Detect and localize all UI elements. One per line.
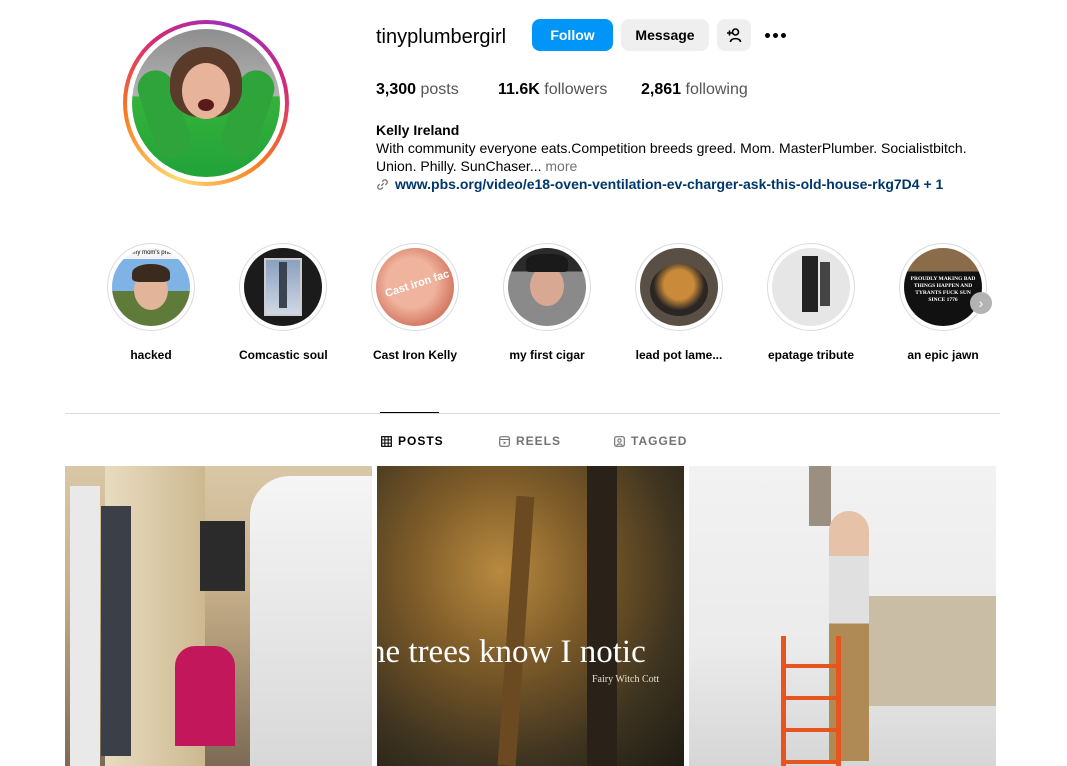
more-options-button[interactable] <box>760 19 790 51</box>
highlight-cover-tower <box>279 262 287 308</box>
bio-link-text: www.pbs.org/video/e18-oven-ventilation-e… <box>395 176 944 192</box>
tabs-divider <box>65 413 1000 414</box>
highlight-ring <box>239 243 327 331</box>
highlight-cover <box>508 248 586 326</box>
highlight-label: hacked <box>130 348 172 362</box>
add-user-icon <box>727 28 742 43</box>
tab-posts-label: POSTS <box>398 434 444 448</box>
reels-icon <box>499 435 510 447</box>
highlight-ring: de my mom's phone <box>107 243 195 331</box>
post-image-tarp <box>864 596 996 706</box>
post-image-ladder <box>781 636 841 766</box>
highlight-cover: Cast iron fac <box>376 248 454 326</box>
bio-external-link[interactable]: www.pbs.org/video/e18-oven-ventilation-e… <box>376 175 996 193</box>
post-caption-text: he trees know I notic <box>377 634 646 670</box>
highlight-label: my first cigar <box>509 348 585 362</box>
profile-avatar[interactable] <box>123 20 289 186</box>
highlight-cast-iron-kelly[interactable]: Cast iron fac Cast Iron Kelly <box>371 243 459 362</box>
highlight-comcastic-soul[interactable]: Comcastic soul <box>239 243 328 362</box>
following-stat[interactable]: 2,861 following <box>641 81 748 99</box>
more-dots-icon <box>764 32 786 38</box>
highlight-ring: Cast iron fac <box>371 243 459 331</box>
avatar-photo <box>132 29 280 177</box>
link-icon <box>377 178 388 190</box>
highlight-cover <box>244 248 322 326</box>
post-image-person <box>70 486 100 766</box>
post-image-person-2 <box>101 506 131 756</box>
post-tile[interactable] <box>65 466 372 766</box>
highlight-cover <box>772 248 850 326</box>
post-image-tree <box>497 495 535 766</box>
bio-text-line-2: Union. Philly. SunChaser... more <box>376 157 996 175</box>
highlight-ring <box>503 243 591 331</box>
highlight-epatage-tribute[interactable]: epatage tribute <box>767 243 855 362</box>
highlights-next-button[interactable]: › <box>970 292 992 314</box>
highlight-lead-pot[interactable]: lead pot lame... <box>635 243 723 362</box>
post-tile[interactable] <box>689 466 996 766</box>
post-image-tree-2 <box>587 466 617 766</box>
post-image-pipe <box>809 466 831 526</box>
highlight-label: Cast Iron Kelly <box>372 348 458 362</box>
profile-bio: Kelly Ireland With community everyone ea… <box>376 121 996 193</box>
highlight-cover: de my mom's phone <box>112 248 190 326</box>
following-label: following <box>685 81 748 98</box>
followers-count: 11.6K <box>498 81 540 98</box>
posts-count: 3,300 <box>376 81 417 98</box>
avatar-inner-ring <box>127 24 285 182</box>
highlight-cover-text: PROUDLY MAKING BAD THINGS HAPPEN AND TYR… <box>910 276 976 303</box>
highlight-hacked[interactable]: de my mom's phone hacked <box>107 243 195 362</box>
highlight-cover: PROUDLY MAKING BAD THINGS HAPPEN AND TYR… <box>904 248 982 326</box>
active-tab-indicator <box>380 412 439 413</box>
avatar-photo-mouth <box>198 99 214 111</box>
tagged-icon <box>614 435 625 447</box>
highlight-my-first-cigar[interactable]: my first cigar <box>503 243 591 362</box>
posts-stat: 3,300 posts <box>376 81 459 99</box>
following-count: 2,861 <box>641 81 682 98</box>
follow-button[interactable]: Follow <box>532 19 613 51</box>
posts-label: posts <box>420 81 459 98</box>
bio-text-truncated: Union. Philly. SunChaser... <box>376 158 542 174</box>
highlight-cover-pot <box>650 264 708 316</box>
chevron-right-icon: › <box>978 295 984 311</box>
highlight-label: an epic jawn <box>907 348 979 362</box>
highlight-cover-figure-2 <box>820 262 830 306</box>
highlight-ring <box>767 243 855 331</box>
bio-more-link[interactable]: more <box>545 158 577 174</box>
highlight-cover-figure <box>802 256 818 312</box>
highlight-cover-face <box>530 266 564 306</box>
highlight-label: lead pot lame... <box>635 348 723 362</box>
highlight-cover <box>640 248 718 326</box>
tab-tagged-label: TAGGED <box>631 434 688 448</box>
tab-reels[interactable]: REELS <box>499 434 561 448</box>
tab-posts[interactable]: POSTS <box>381 434 444 448</box>
profile-username: tinyplumbergirl <box>376 26 507 48</box>
highlight-label: epatage tribute <box>767 348 854 362</box>
post-image-person-3 <box>175 646 235 746</box>
post-image-person-4 <box>200 521 245 591</box>
bio-text-line: With community everyone eats.Competition… <box>376 140 967 156</box>
message-button[interactable]: Message <box>621 19 709 51</box>
highlight-cover-hat <box>526 254 568 272</box>
post-caption-subtext: Fairy Witch Cott <box>592 674 660 685</box>
post-tile[interactable]: he trees know I notic Fairy Witch Cott <box>377 466 684 766</box>
tab-reels-label: REELS <box>516 434 562 448</box>
post-image-car <box>250 476 372 766</box>
followers-stat[interactable]: 11.6K followers <box>498 81 607 99</box>
followers-label: followers <box>544 81 608 98</box>
highlight-label: Comcastic soul <box>239 348 328 362</box>
suggest-users-button[interactable] <box>717 19 751 51</box>
highlight-ring <box>635 243 723 331</box>
highlight-cover-text: de my mom's phone <box>124 250 178 256</box>
highlight-ring: PROUDLY MAKING BAD THINGS HAPPEN AND TYR… <box>899 243 987 331</box>
highlight-cover-hair <box>132 264 170 282</box>
highlight-cover-text: Cast iron fac <box>383 267 451 301</box>
grid-icon <box>381 435 392 447</box>
tab-tagged[interactable]: TAGGED <box>614 434 687 448</box>
profile-full-name: Kelly Ireland <box>376 122 460 138</box>
